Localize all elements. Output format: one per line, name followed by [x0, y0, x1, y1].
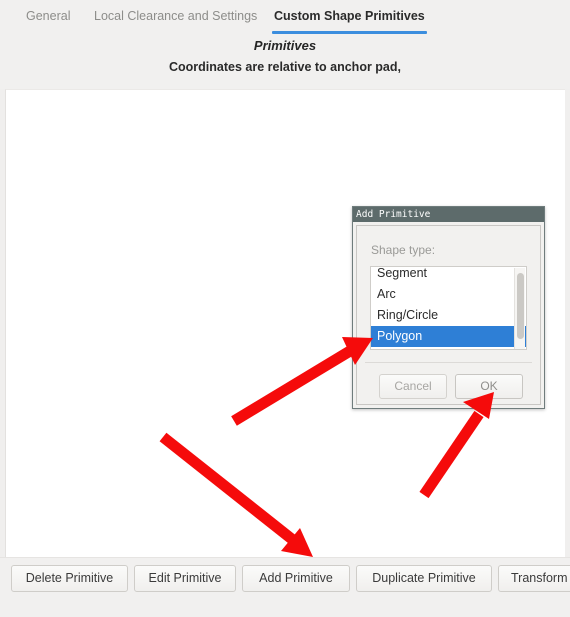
ok-button[interactable]: OK: [455, 374, 523, 399]
coordinates-note: Coordinates are relative to anchor pad,: [168, 60, 401, 74]
delete-primitive-button[interactable]: Delete Primitive: [11, 565, 128, 592]
dialog-body: Shape type: Segment Arc Ring/Circle Poly…: [356, 225, 541, 405]
panel-heading: Primitives: [253, 38, 317, 53]
shape-type-label: Shape type:: [371, 243, 436, 257]
tab-strip: General Local Clearance and Settings Cus…: [0, 0, 570, 89]
tab-custom-label: Custom Shape Primitives: [274, 9, 425, 23]
duplicate-primitive-button[interactable]: Duplicate Primitive: [356, 565, 492, 592]
shape-type-listbox[interactable]: Segment Arc Ring/Circle Polygon: [370, 266, 527, 350]
dialog-title-bar[interactable]: Add Primitive: [353, 207, 544, 222]
list-item[interactable]: Segment: [371, 266, 526, 284]
dialog-title: Add Primitive: [356, 209, 431, 220]
list-item-label: Polygon: [377, 329, 423, 343]
tab-custom-shape-primitives[interactable]: Custom Shape Primitives: [270, 6, 429, 34]
tab-local-label: Local Clearance and Settings: [94, 9, 258, 23]
edit-primitive-button[interactable]: Edit Primitive: [134, 565, 236, 592]
list-item-label: Arc: [377, 287, 396, 301]
primitive-toolbar: Delete Primitive Edit Primitive Add Prim…: [0, 557, 570, 599]
tab-row: General Local Clearance and Settings Cus…: [0, 0, 570, 34]
dialog-separator: [365, 362, 532, 363]
list-item[interactable]: Arc: [371, 284, 526, 305]
listbox-scrollbar-thumb[interactable]: [517, 273, 524, 339]
list-item-label: Ring/Circle: [377, 308, 439, 322]
footer-strip: [0, 599, 570, 617]
cancel-button[interactable]: Cancel: [379, 374, 447, 399]
add-primitive-dialog: Add Primitive Shape type: Segment Arc Ri…: [352, 206, 545, 409]
tab-general-label: General: [26, 9, 71, 23]
list-item[interactable]: Ring/Circle: [371, 305, 526, 326]
list-item-label: Segment: [377, 266, 428, 280]
transform-primitive-button[interactable]: Transform: [498, 565, 570, 592]
active-tab-underline: [272, 31, 427, 34]
listbox-scrollbar[interactable]: [514, 268, 525, 349]
tab-general[interactable]: General: [22, 6, 74, 33]
tab-local-clearance-and-settings[interactable]: Local Clearance and Settings: [90, 6, 261, 33]
add-primitive-button[interactable]: Add Primitive: [242, 565, 350, 592]
list-item-selected-polygon[interactable]: Polygon: [371, 326, 526, 347]
